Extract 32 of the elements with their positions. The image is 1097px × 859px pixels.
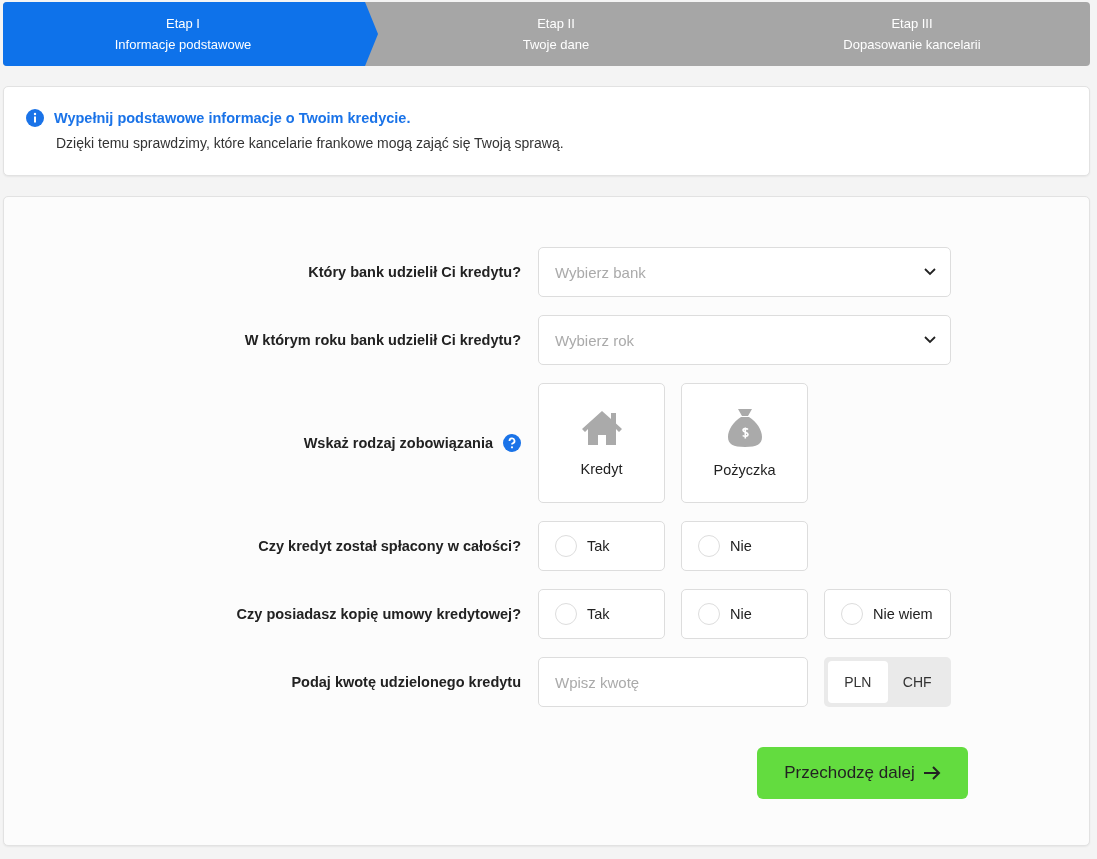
chevron-down-icon <box>924 336 936 344</box>
radio-option[interactable]: Tak <box>538 589 665 639</box>
money-bag-icon <box>726 408 763 448</box>
radio-option[interactable]: Nie <box>681 589 808 639</box>
radio-label: Nie <box>730 538 752 554</box>
option-tile[interactable]: Kredyt <box>538 383 665 503</box>
radio-option[interactable]: Nie <box>681 521 808 571</box>
field-label: W którym roku bank udzielił Ci kredytu? <box>244 332 521 348</box>
radio-label: Nie wiem <box>873 606 933 622</box>
info-icon <box>26 109 44 127</box>
chevron-down-icon <box>924 268 936 276</box>
radio-option[interactable]: Tak <box>538 521 665 571</box>
radio-label: Tak <box>587 606 610 622</box>
field-label: Który bank udzielił Ci kredytu? <box>308 264 521 280</box>
field-label: Podaj kwotę udzielonego kredytu <box>291 674 521 690</box>
step-tab[interactable]: Etap I Informacje podstawowe <box>3 2 378 66</box>
currency-option[interactable]: PLN <box>828 661 888 703</box>
info-text: Dzięki temu sprawdzimy, które kancelarie frankowe mogą zająć się Twoją sprawą. <box>56 135 565 151</box>
help-icon[interactable] <box>503 434 521 452</box>
option-tile[interactable]: Pożyczka <box>681 383 808 503</box>
next-button[interactable]: Przechodzę dalej <box>757 747 968 799</box>
field-label: Wskaż rodzaj zobowiązania <box>303 435 493 451</box>
radio-option[interactable]: Nie wiem <box>824 589 951 639</box>
arrow-right-icon <box>922 765 941 781</box>
info-heading: Wypełnij podstawowe informacje o Twoim kredycie. <box>54 110 411 126</box>
radio-label: Nie <box>730 606 752 622</box>
field-label: Czy posiadasz kopię umowy kredytowej? <box>236 606 521 622</box>
currency-option[interactable]: CHF <box>887 661 947 703</box>
house-icon <box>580 409 623 447</box>
amount-input[interactable]: Wpisz kwotę <box>538 657 808 707</box>
radio-label: Tak <box>587 538 610 554</box>
field-label: Czy kredyt został spłacony w całości? <box>258 538 521 554</box>
